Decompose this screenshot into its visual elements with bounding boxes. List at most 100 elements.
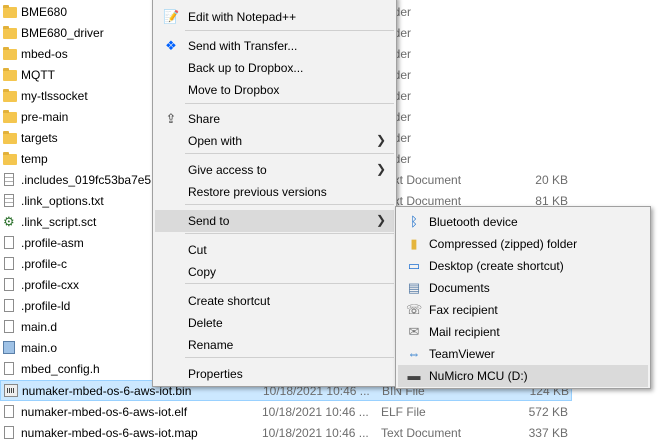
file-name: main.o bbox=[21, 341, 58, 355]
menu-item-label: Fax recipient bbox=[429, 303, 498, 317]
menu-item-give-access-to[interactable]: Give access to ❯ bbox=[155, 159, 394, 181]
file-icon bbox=[4, 362, 14, 375]
documents-icon: ▤ bbox=[407, 280, 421, 295]
menu-item-create-shortcut[interactable]: Create shortcut bbox=[155, 290, 394, 312]
file-icon bbox=[4, 405, 14, 418]
file-name: .profile-asm bbox=[21, 236, 84, 250]
menu-item-label: Send to bbox=[188, 214, 230, 228]
file-name: my-tlssocket bbox=[21, 89, 88, 103]
menu-item-share[interactable]: ⇪ Share bbox=[155, 108, 394, 130]
context-menu: 📝 Edit with Notepad++ ❖ Send with Transfer.… bbox=[152, 0, 397, 387]
menu-item-label: Mail recipient bbox=[429, 325, 500, 339]
file-name: .link_script.sct bbox=[21, 215, 97, 229]
notepad-plus-plus-icon: 📝 bbox=[163, 9, 180, 24]
drive-icon: ▬ bbox=[407, 368, 421, 383]
menu-item-open-with[interactable]: Open with ❯ bbox=[155, 130, 394, 152]
file-name: .profile-ld bbox=[21, 299, 71, 313]
menu-item-send-to[interactable]: Send to ❯ bbox=[155, 210, 394, 232]
menu-item-label: TeamViewer bbox=[429, 347, 495, 361]
menu-separator bbox=[185, 233, 394, 234]
send-to-item-teamviewer[interactable]: ⇔ TeamViewer bbox=[398, 343, 648, 365]
menu-item-properties[interactable]: Properties bbox=[155, 363, 394, 385]
menu-separator bbox=[185, 103, 394, 104]
menu-separator bbox=[185, 30, 394, 31]
file-name: BME680 bbox=[21, 5, 68, 19]
folder-icon bbox=[3, 26, 17, 39]
zip-folder-icon: ▮ bbox=[410, 236, 418, 251]
file-date: 10/18/2021 10:46 ... bbox=[262, 405, 369, 419]
menu-item-label: Copy bbox=[188, 265, 217, 279]
fax-icon: ☏ bbox=[406, 302, 423, 317]
folder-icon bbox=[3, 68, 17, 81]
menu-item-label: Restore previous versions bbox=[188, 185, 327, 199]
file-icon bbox=[4, 236, 14, 249]
file-name: mbed-os bbox=[21, 47, 68, 61]
file-name: .link_options.txt bbox=[21, 194, 104, 208]
folder-icon bbox=[3, 89, 17, 102]
folder-icon bbox=[3, 152, 17, 165]
menu-item-label: Move to Dropbox bbox=[188, 83, 280, 97]
desktop-icon: ▭ bbox=[407, 258, 421, 273]
chevron-right-icon: ❯ bbox=[375, 133, 386, 147]
menu-separator bbox=[185, 283, 394, 284]
file-date: 10/18/2021 10:46 ... bbox=[262, 426, 369, 440]
teamviewer-icon: ⇔ bbox=[407, 346, 421, 361]
menu-item-label: Share bbox=[188, 112, 221, 126]
file-name: targets bbox=[21, 131, 58, 145]
menu-item-cut[interactable]: Cut bbox=[155, 239, 394, 261]
file-name: main.d bbox=[21, 320, 58, 334]
bin-file-icon bbox=[4, 384, 18, 397]
menu-item-edit-with-notepad[interactable]: 📝 Edit with Notepad++ bbox=[155, 6, 394, 28]
file-row[interactable]: numaker-mbed-os-6-aws-iot.map 10/18/2021 … bbox=[0, 423, 659, 444]
menu-item-label: Give access to bbox=[188, 163, 267, 177]
menu-item-move-to-dropbox[interactable]: Move to Dropbox bbox=[155, 79, 394, 101]
menu-separator bbox=[185, 153, 394, 154]
menu-item-copy[interactable]: Copy bbox=[155, 261, 394, 283]
file-type: Text Document bbox=[381, 426, 462, 440]
menu-item-delete[interactable]: Delete bbox=[155, 312, 394, 334]
menu-item-back-up-to-dropbox[interactable]: Back up to Dropbox... bbox=[155, 57, 394, 79]
file-icon bbox=[4, 257, 14, 270]
folder-icon bbox=[3, 110, 17, 123]
share-icon: ⇪ bbox=[165, 111, 177, 126]
menu-item-label: Properties bbox=[188, 367, 243, 381]
send-to-item-mail-recipient[interactable]: ✉ Mail recipient bbox=[398, 321, 648, 343]
menu-item-label: Edit with Notepad++ bbox=[188, 10, 297, 24]
menu-item-label: Send with Transfer... bbox=[188, 39, 298, 53]
bluetooth-icon: ᛒ bbox=[410, 214, 418, 229]
menu-item-label: Create shortcut bbox=[188, 294, 271, 308]
file-icon bbox=[4, 320, 14, 333]
file-icon bbox=[4, 299, 14, 312]
menu-item-label: Rename bbox=[188, 338, 234, 352]
file-row[interactable]: numaker-mbed-os-6-aws-iot.elf 10/18/2021 … bbox=[0, 402, 659, 423]
folder-icon bbox=[3, 5, 17, 18]
send-to-item-documents[interactable]: ▤ Documents bbox=[398, 277, 648, 299]
send-to-item-desktop-create-shortcut[interactable]: ▭ Desktop (create shortcut) bbox=[398, 255, 648, 277]
send-to-item-compressed-zipped-folder[interactable]: ▮ Compressed (zipped) folder bbox=[398, 233, 648, 255]
menu-item-rename[interactable]: Rename bbox=[155, 334, 394, 356]
file-name: .profile-cxx bbox=[21, 278, 80, 292]
file-name: mbed_config.h bbox=[21, 362, 100, 376]
send-to-item-numicro-mcu-d[interactable]: ▬ NuMicro MCU (D:) bbox=[398, 365, 648, 387]
script-gear-icon: ⚙ bbox=[3, 214, 15, 229]
folder-icon bbox=[3, 131, 17, 144]
file-name: numaker-mbed-os-6-aws-iot.elf bbox=[21, 405, 188, 419]
menu-item-label: Compressed (zipped) folder bbox=[429, 237, 578, 251]
folder-icon bbox=[3, 47, 17, 60]
menu-item-label: Cut bbox=[188, 243, 207, 257]
file-name: .includes_019fc53ba7e514 bbox=[21, 173, 165, 187]
text-file-icon bbox=[4, 194, 14, 207]
chevron-right-icon: ❯ bbox=[375, 213, 386, 227]
file-size: 572 KB bbox=[528, 405, 568, 419]
send-to-submenu: ᛒ Bluetooth device ▮ Compressed (zipped) fo… bbox=[395, 206, 651, 389]
file-type: ELF File bbox=[381, 405, 426, 419]
menu-item-label: Delete bbox=[188, 316, 223, 330]
send-to-item-bluetooth-device[interactable]: ᛒ Bluetooth device bbox=[398, 211, 648, 233]
menu-separator bbox=[185, 357, 394, 358]
menu-item-send-with-transfer[interactable]: ❖ Send with Transfer... bbox=[155, 35, 394, 57]
send-to-item-fax-recipient[interactable]: ☏ Fax recipient bbox=[398, 299, 648, 321]
menu-item-restore-previous-versions[interactable]: Restore previous versions bbox=[155, 181, 394, 203]
menu-item-label: Desktop (create shortcut) bbox=[429, 259, 564, 273]
menu-item-label: Documents bbox=[429, 281, 490, 295]
menu-separator bbox=[185, 204, 394, 205]
